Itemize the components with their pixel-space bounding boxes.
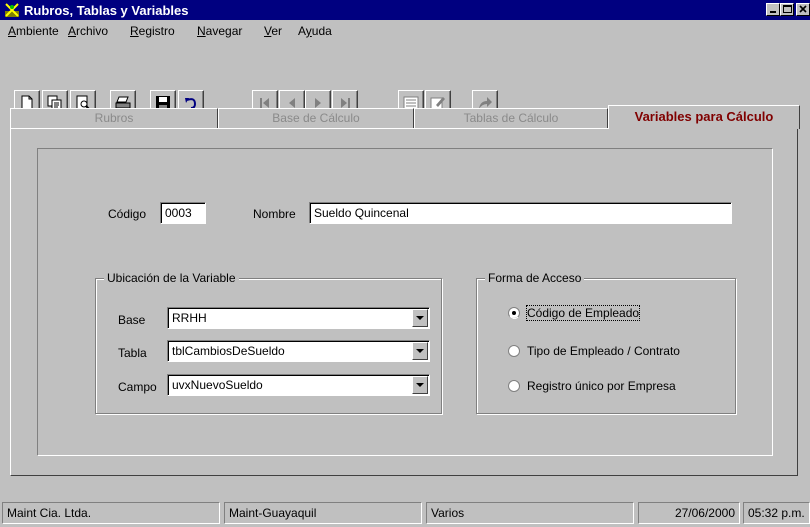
menu-archivo[interactable]: Archivo	[68, 24, 108, 38]
acceso-legend: Forma de Acceso	[485, 271, 585, 285]
radio-icon[interactable]	[508, 380, 520, 392]
close-icon[interactable]	[796, 3, 810, 16]
tabla-select-value: tblCambiosDeSueldo	[172, 344, 285, 358]
menu-bar: Ambiente Archivo Registro Navegar Ver Ay…	[0, 20, 810, 40]
ubicacion-legend: Ubicación de la Variable	[104, 271, 239, 285]
campo-select-value: uvxNuevoSueldo	[172, 378, 263, 392]
nombre-label: Nombre	[253, 207, 296, 221]
tab-base-de-calculo[interactable]: Base de Cálculo	[218, 108, 414, 128]
codigo-field[interactable]: 0003	[160, 202, 206, 224]
chevron-down-icon[interactable]	[412, 376, 428, 394]
tabla-label: Tabla	[118, 346, 147, 360]
window-title: Rubros, Tablas y Variables	[24, 3, 189, 18]
minimize-icon[interactable]	[766, 3, 780, 16]
menu-navegar[interactable]: Navegar	[197, 24, 242, 38]
tab-variables-para-calculo[interactable]: Variables para Cálculo	[608, 105, 800, 129]
radio-icon[interactable]	[508, 345, 520, 357]
chevron-down-icon[interactable]	[412, 342, 428, 360]
toolbar	[0, 40, 810, 116]
radio-tipo-empleado-label[interactable]: Tipo de Empleado / Contrato	[527, 344, 680, 358]
base-select[interactable]: RRHH	[167, 307, 430, 329]
codigo-label: Código	[108, 207, 147, 221]
menu-ayuda[interactable]: Ayuda	[298, 24, 332, 38]
status-company: Maint Cia. Ltda.	[2, 502, 220, 524]
menu-registro[interactable]: Registro	[130, 24, 175, 38]
nombre-field[interactable]: Sueldo Quincenal	[309, 202, 732, 224]
status-date: 27/06/2000	[638, 502, 740, 524]
radio-selected-icon[interactable]	[508, 307, 520, 319]
campo-select[interactable]: uvxNuevoSueldo	[167, 374, 430, 396]
chevron-down-icon[interactable]	[412, 309, 428, 327]
base-label: Base	[118, 313, 146, 327]
base-select-value: RRHH	[172, 311, 207, 325]
status-time: 05:32 p.m.	[743, 502, 810, 524]
menu-ver[interactable]: Ver	[264, 24, 282, 38]
tab-tablas-de-calculo[interactable]: Tablas de Cálculo	[414, 108, 608, 128]
status-module: Varios	[426, 502, 634, 524]
tabla-select[interactable]: tblCambiosDeSueldo	[167, 340, 430, 362]
menu-ambiente[interactable]: Ambiente	[8, 24, 59, 38]
status-location: Maint-Guayaquil	[224, 502, 422, 524]
radio-registro-unico-label[interactable]: Registro único por Empresa	[527, 379, 676, 393]
title-bar: Rubros, Tablas y Variables	[0, 0, 810, 20]
app-icon	[5, 3, 19, 17]
maximize-icon[interactable]	[780, 3, 794, 16]
radio-codigo-empleado-label[interactable]: Código de Empleado	[525, 305, 641, 321]
campo-label: Campo	[118, 380, 157, 394]
tab-rubros[interactable]: Rubros	[10, 108, 218, 128]
